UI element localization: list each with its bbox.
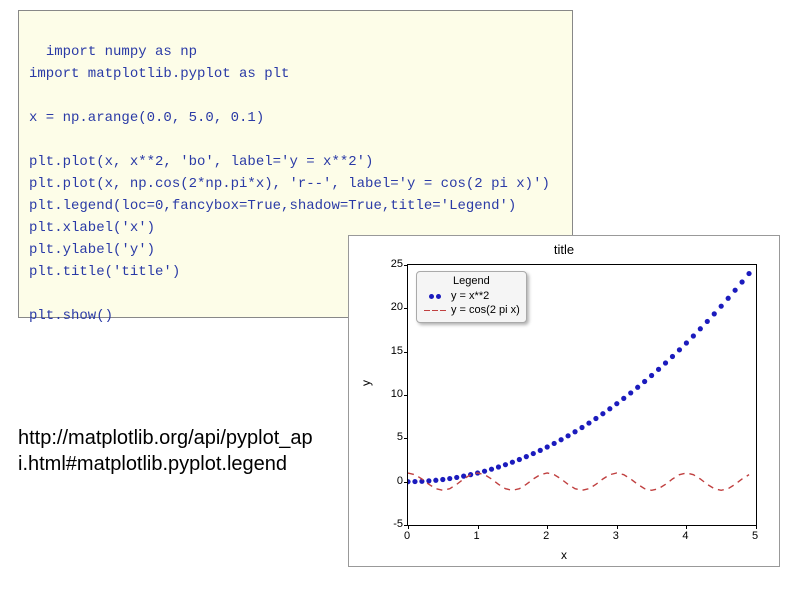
data-point <box>565 433 570 438</box>
data-point <box>482 469 487 474</box>
xtick-mark <box>686 525 687 529</box>
xtick-label: 1 <box>474 530 480 542</box>
data-point <box>712 311 717 316</box>
data-point <box>408 479 411 484</box>
chart-legend: Legend y = x**2 y = cos(2 pi x) <box>416 271 527 323</box>
data-point <box>433 478 438 483</box>
xtick-mark <box>547 525 548 529</box>
data-point <box>628 390 633 395</box>
ytick-label: 25 <box>373 258 403 270</box>
data-point <box>531 451 536 456</box>
ytick-mark <box>404 525 408 526</box>
data-point <box>726 296 731 301</box>
data-point <box>426 478 431 483</box>
data-point <box>746 271 751 276</box>
data-point <box>586 420 591 425</box>
data-point <box>739 279 744 284</box>
ytick-label: -5 <box>373 518 403 530</box>
data-point <box>440 477 445 482</box>
data-point <box>447 476 452 481</box>
xtick-label: 4 <box>682 530 688 542</box>
data-point <box>670 354 675 359</box>
data-point <box>684 340 689 345</box>
data-point <box>621 396 626 401</box>
data-point <box>733 288 738 293</box>
data-point <box>545 444 550 449</box>
data-point <box>607 406 612 411</box>
xtick-mark <box>408 525 409 529</box>
data-point <box>503 462 508 467</box>
data-point <box>705 319 710 324</box>
legend-label: y = cos(2 pi x) <box>451 304 520 316</box>
data-point <box>698 326 703 331</box>
data-point <box>461 474 466 479</box>
data-point <box>489 467 494 472</box>
legend-marker-dash-icon <box>423 304 447 316</box>
xtick-label: 0 <box>404 530 410 542</box>
xtick-mark <box>617 525 618 529</box>
data-point <box>600 411 605 416</box>
data-point <box>454 475 459 480</box>
data-point <box>677 347 682 352</box>
ytick-label: 0 <box>373 475 403 487</box>
data-point <box>524 454 529 459</box>
ytick-mark <box>404 352 408 353</box>
chart-title: title <box>349 242 779 257</box>
chart-figure: title y Legend y = x**2 y = cos(2 pi x) … <box>348 235 780 567</box>
ytick-label: 5 <box>373 431 403 443</box>
ytick-label: 15 <box>373 345 403 357</box>
ytick-label: 10 <box>373 388 403 400</box>
chart-plot-area: Legend y = x**2 y = cos(2 pi x) <box>407 264 757 526</box>
data-point <box>691 333 696 338</box>
xtick-label: 5 <box>752 530 758 542</box>
data-point <box>642 379 647 384</box>
legend-entry: y = x**2 <box>423 289 520 303</box>
xtick-mark <box>478 525 479 529</box>
ytick-mark <box>404 438 408 439</box>
ytick-mark <box>404 265 408 266</box>
data-point <box>719 304 724 309</box>
data-point <box>614 401 619 406</box>
data-point <box>412 479 417 484</box>
chart-xlabel: x <box>349 548 779 562</box>
data-point <box>663 360 668 365</box>
doc-url: http://matplotlib.org/api/pyplot_ap i.ht… <box>18 425 313 477</box>
data-point <box>635 385 640 390</box>
legend-label: y = x**2 <box>451 290 489 302</box>
data-point <box>510 460 515 465</box>
data-point <box>593 416 598 421</box>
chart-ylabel: y <box>359 380 373 386</box>
legend-marker-dots-icon <box>423 290 447 302</box>
xtick-label: 2 <box>543 530 549 542</box>
data-point <box>579 425 584 430</box>
data-point <box>559 437 564 442</box>
data-point <box>517 457 522 462</box>
data-point <box>649 373 654 378</box>
xtick-label: 3 <box>613 530 619 542</box>
legend-entry: y = cos(2 pi x) <box>423 303 520 317</box>
data-point <box>496 464 501 469</box>
data-point <box>538 448 543 453</box>
data-line <box>408 473 749 490</box>
ytick-mark <box>404 482 408 483</box>
legend-title: Legend <box>423 275 520 287</box>
ytick-label: 20 <box>373 301 403 313</box>
data-point <box>572 429 577 434</box>
ytick-mark <box>404 395 408 396</box>
ytick-mark <box>404 308 408 309</box>
xtick-mark <box>756 525 757 529</box>
data-point <box>552 441 557 446</box>
data-point <box>656 367 661 372</box>
